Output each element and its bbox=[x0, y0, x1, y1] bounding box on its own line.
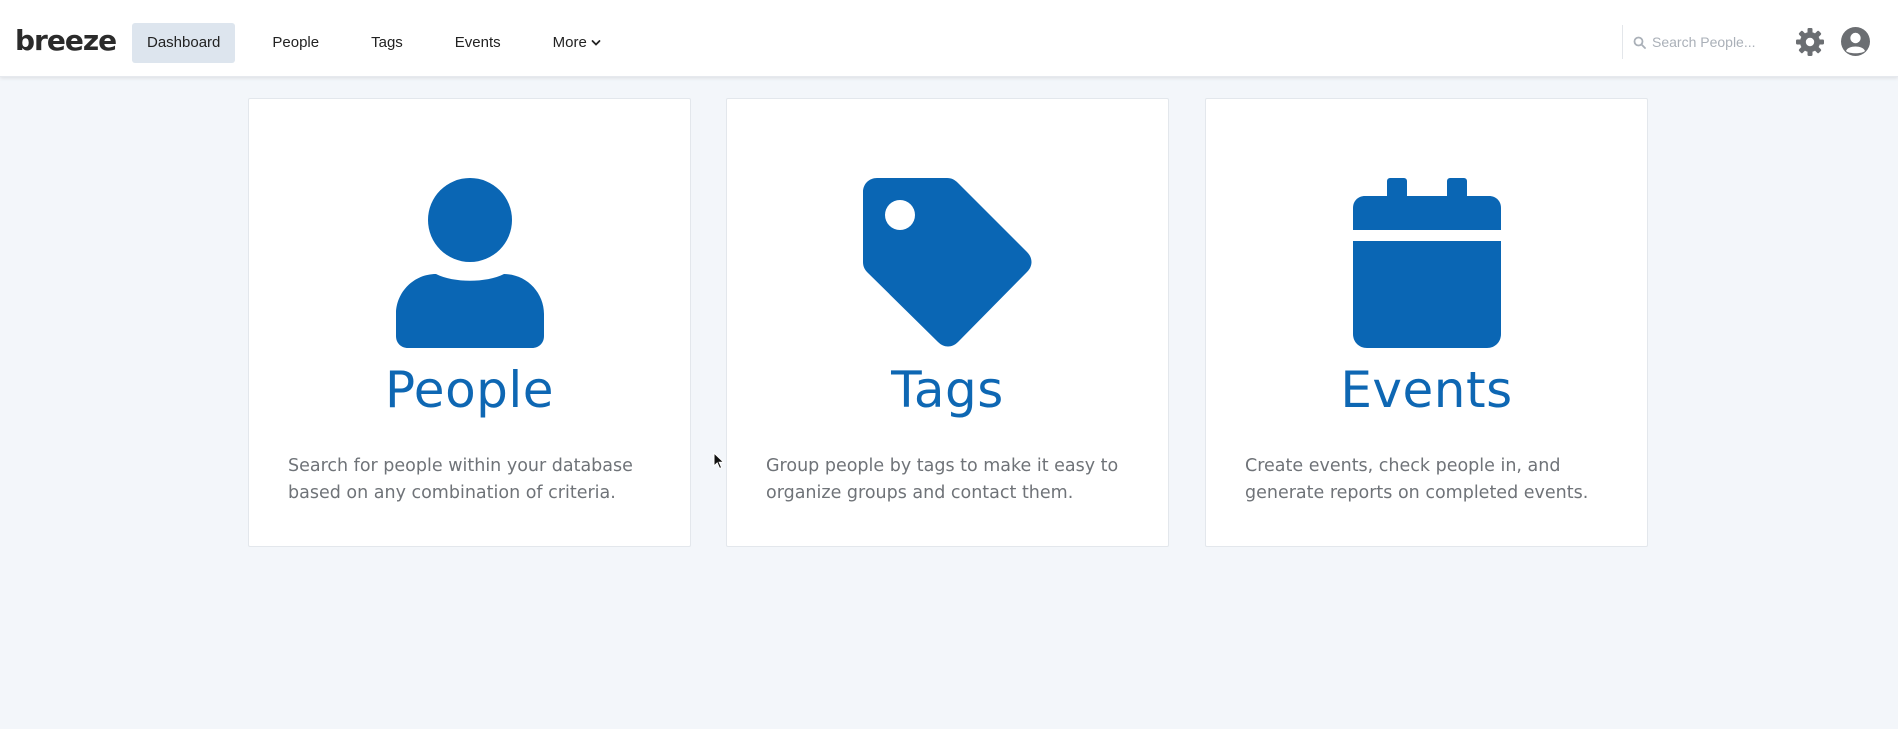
mouse-cursor-icon bbox=[713, 452, 725, 470]
user-circle-icon[interactable] bbox=[1840, 26, 1871, 57]
search-icon bbox=[1633, 36, 1646, 49]
card-title: Tags bbox=[891, 361, 1004, 419]
people-card[interactable]: People Search for people within your dat… bbox=[248, 98, 691, 547]
card-description: Search for people within your database b… bbox=[288, 456, 633, 503]
gear-icon[interactable] bbox=[1795, 27, 1825, 57]
card-description: Group people by tags to make it easy to … bbox=[766, 456, 1119, 503]
nav-more-label: More bbox=[552, 34, 587, 51]
events-card[interactable]: Events Create events, check people in, a… bbox=[1205, 98, 1648, 547]
top-navigation-bar: breeze Dashboard People Tags Events More bbox=[0, 0, 1898, 77]
tags-card[interactable]: Tags Group people by tags to make it eas… bbox=[726, 98, 1169, 547]
card-title: People bbox=[384, 361, 555, 419]
nav-events[interactable]: Events bbox=[440, 23, 516, 63]
search-input[interactable] bbox=[1652, 34, 1792, 50]
main-nav: Dashboard People Tags Events More bbox=[132, 23, 638, 63]
card-title: Events bbox=[1340, 361, 1513, 419]
breeze-logo[interactable]: breeze bbox=[15, 24, 117, 57]
chevron-down-icon bbox=[591, 40, 601, 46]
calendar-icon bbox=[1352, 178, 1501, 348]
nav-people[interactable]: People bbox=[257, 23, 334, 63]
person-icon bbox=[395, 178, 544, 348]
search-box[interactable] bbox=[1622, 25, 1792, 59]
nav-more[interactable]: More bbox=[538, 23, 616, 63]
card-description: Create events, check people in, and gene… bbox=[1245, 456, 1589, 503]
tag-icon bbox=[862, 178, 1031, 347]
nav-tags[interactable]: Tags bbox=[356, 23, 418, 63]
nav-dashboard[interactable]: Dashboard bbox=[132, 23, 236, 63]
